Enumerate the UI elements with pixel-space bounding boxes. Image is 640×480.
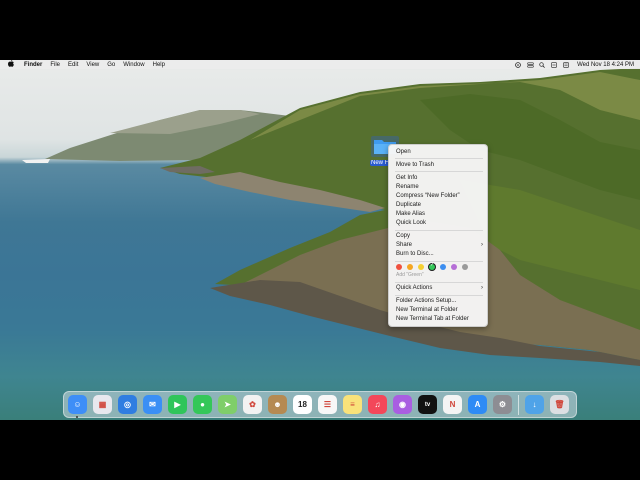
tag-purple[interactable] bbox=[451, 264, 457, 270]
photos-icon: ✿ bbox=[249, 400, 256, 409]
dock-app-downloads-folder[interactable]: ↓ bbox=[525, 395, 544, 414]
menu-help[interactable]: Help bbox=[153, 62, 165, 68]
menu-window[interactable]: Window bbox=[123, 62, 144, 68]
chevron-right-icon: › bbox=[481, 285, 483, 291]
podcasts-icon: ◉ bbox=[399, 400, 406, 409]
menu-edit[interactable]: Edit bbox=[68, 62, 78, 68]
tag-gray[interactable] bbox=[462, 264, 468, 270]
app-store-icon: A bbox=[474, 400, 481, 409]
menu-item-quick-look[interactable]: Quick Look bbox=[389, 219, 489, 228]
dock-app-calendar[interactable]: 18 bbox=[293, 395, 312, 414]
menu-item-open[interactable]: Open bbox=[389, 148, 489, 157]
dock: ☺ ▦ ◎ ✉ ▶ ● ➤ ✿ ☻ 18 ☰ ≡ ♫ ◉ tv N A ⚙ ↓ 🗑 bbox=[63, 391, 577, 418]
running-indicator bbox=[76, 416, 78, 418]
menu-item-rename[interactable]: Rename bbox=[389, 183, 489, 192]
maps-icon: ➤ bbox=[224, 400, 231, 409]
menu-item-compress[interactable]: Compress “New Folder” bbox=[389, 192, 489, 201]
context-menu: Open Move to Trash Get Info Rename Compr… bbox=[388, 144, 488, 327]
vpn-icon[interactable] bbox=[515, 61, 521, 68]
menu-file[interactable]: File bbox=[50, 62, 60, 68]
menu-separator bbox=[395, 230, 483, 231]
dock-app-safari[interactable]: ◎ bbox=[118, 395, 137, 414]
messages-icon: ● bbox=[200, 400, 205, 409]
calendar-icon: 18 bbox=[298, 400, 307, 409]
dock-app-notes[interactable]: ≡ bbox=[343, 395, 362, 414]
dock-app-maps[interactable]: ➤ bbox=[218, 395, 237, 414]
downloads-folder-icon: ↓ bbox=[532, 400, 537, 409]
menu-item-make-alias[interactable]: Make Alias bbox=[389, 210, 489, 219]
system-preferences-icon: ⚙ bbox=[498, 400, 507, 409]
menu-item-get-info[interactable]: Get Info bbox=[389, 174, 489, 183]
menu-separator bbox=[395, 171, 483, 172]
news-icon: N bbox=[449, 400, 456, 409]
menu-item-duplicate[interactable]: Duplicate bbox=[389, 201, 489, 210]
dock-app-app-store[interactable]: A bbox=[468, 395, 487, 414]
dock-app-news[interactable]: N bbox=[443, 395, 462, 414]
menu-item-folder-actions[interactable]: Folder Actions Setup... bbox=[389, 297, 489, 306]
menu-separator bbox=[395, 158, 483, 159]
dock-app-reminders[interactable]: ☰ bbox=[318, 395, 337, 414]
menu-separator bbox=[395, 295, 483, 296]
dock-app-music[interactable]: ♫ bbox=[368, 395, 387, 414]
menu-item-burn[interactable]: Burn to Disc... bbox=[389, 250, 489, 259]
dock-app-contacts[interactable]: ☻ bbox=[268, 395, 287, 414]
control-center-icon[interactable] bbox=[527, 62, 534, 68]
menu-item-share-label: Share bbox=[396, 242, 413, 248]
search-icon[interactable] bbox=[539, 61, 545, 68]
desktop[interactable]: Finder File Edit View Go Window Help Wed… bbox=[0, 60, 640, 420]
menu-separator bbox=[395, 261, 483, 262]
dock-app-messages[interactable]: ● bbox=[193, 395, 212, 414]
checkmark-icon: ✓ bbox=[430, 262, 435, 268]
dock-app-facetime[interactable]: ▶ bbox=[168, 395, 187, 414]
chevron-right-icon: › bbox=[481, 242, 483, 248]
folder-label[interactable]: New F bbox=[370, 160, 390, 166]
menu-app-name[interactable]: Finder bbox=[24, 62, 42, 68]
dock-app-mail[interactable]: ✉ bbox=[143, 395, 162, 414]
notes-icon: ≡ bbox=[350, 400, 355, 409]
tag-green[interactable]: ✓ bbox=[429, 262, 435, 270]
menu-item-new-terminal[interactable]: New Terminal at Folder bbox=[389, 306, 489, 315]
contacts-icon: ☻ bbox=[273, 400, 282, 409]
mail-icon: ✉ bbox=[149, 400, 156, 409]
dock-app-photos[interactable]: ✿ bbox=[243, 395, 262, 414]
notification-icon[interactable] bbox=[563, 61, 569, 68]
menu-item-copy[interactable]: Copy bbox=[389, 232, 489, 241]
desktop-wallpaper bbox=[22, 68, 640, 366]
dock-app-system-preferences[interactable]: ⚙ bbox=[493, 395, 512, 414]
music-icon: ♫ bbox=[374, 400, 381, 409]
tag-yellow[interactable] bbox=[418, 264, 424, 270]
launchpad-icon: ▦ bbox=[98, 400, 107, 409]
menu-item-quick-actions[interactable]: Quick Actions › bbox=[389, 284, 489, 293]
dock-right-list: ↓ 🗑 bbox=[525, 395, 575, 414]
dock-app-launchpad[interactable]: ▦ bbox=[93, 395, 112, 414]
finder-icon: ☺ bbox=[73, 400, 82, 409]
dock-app-list: ☺ ▦ ◎ ✉ ▶ ● ➤ ✿ ☻ 18 ☰ ≡ ♫ ◉ tv N A ⚙ bbox=[68, 395, 518, 418]
tv-icon: tv bbox=[424, 401, 431, 408]
dock-app-podcasts[interactable]: ◉ bbox=[393, 395, 412, 414]
dock-divider bbox=[518, 394, 519, 415]
facetime-icon: ▶ bbox=[174, 400, 181, 409]
siri-icon[interactable] bbox=[551, 61, 557, 68]
dock-app-tv[interactable]: tv bbox=[418, 395, 437, 414]
menu-view[interactable]: View bbox=[86, 62, 99, 68]
dock-app-finder[interactable]: ☺ bbox=[68, 395, 87, 418]
trash-icon: 🗑 bbox=[554, 400, 565, 409]
apple-logo-icon[interactable] bbox=[8, 60, 14, 69]
tag-color-row: ✓ bbox=[396, 262, 473, 271]
tag-blue[interactable] bbox=[440, 264, 446, 270]
menu-item-share[interactable]: Share › bbox=[389, 241, 489, 250]
tag-hint-label: Add “Green” bbox=[396, 272, 424, 278]
safari-icon: ◎ bbox=[124, 400, 131, 409]
menu-item-move-to-trash[interactable]: Move to Trash bbox=[389, 161, 489, 170]
tag-red[interactable] bbox=[396, 264, 402, 270]
menu-item-quick-actions-label: Quick Actions bbox=[396, 285, 433, 291]
menu-separator bbox=[395, 282, 483, 283]
menu-item-new-terminal-tab[interactable]: New Terminal Tab at Folder bbox=[389, 315, 489, 324]
menu-go[interactable]: Go bbox=[107, 62, 115, 68]
menu-bar: Finder File Edit View Go Window Help Wed… bbox=[0, 60, 640, 69]
menu-clock[interactable]: Wed Nov 18 4:24 PM bbox=[577, 62, 634, 68]
dock-app-trash[interactable]: 🗑 bbox=[550, 395, 569, 414]
tag-orange[interactable] bbox=[407, 264, 413, 270]
reminders-icon: ☰ bbox=[323, 400, 332, 409]
